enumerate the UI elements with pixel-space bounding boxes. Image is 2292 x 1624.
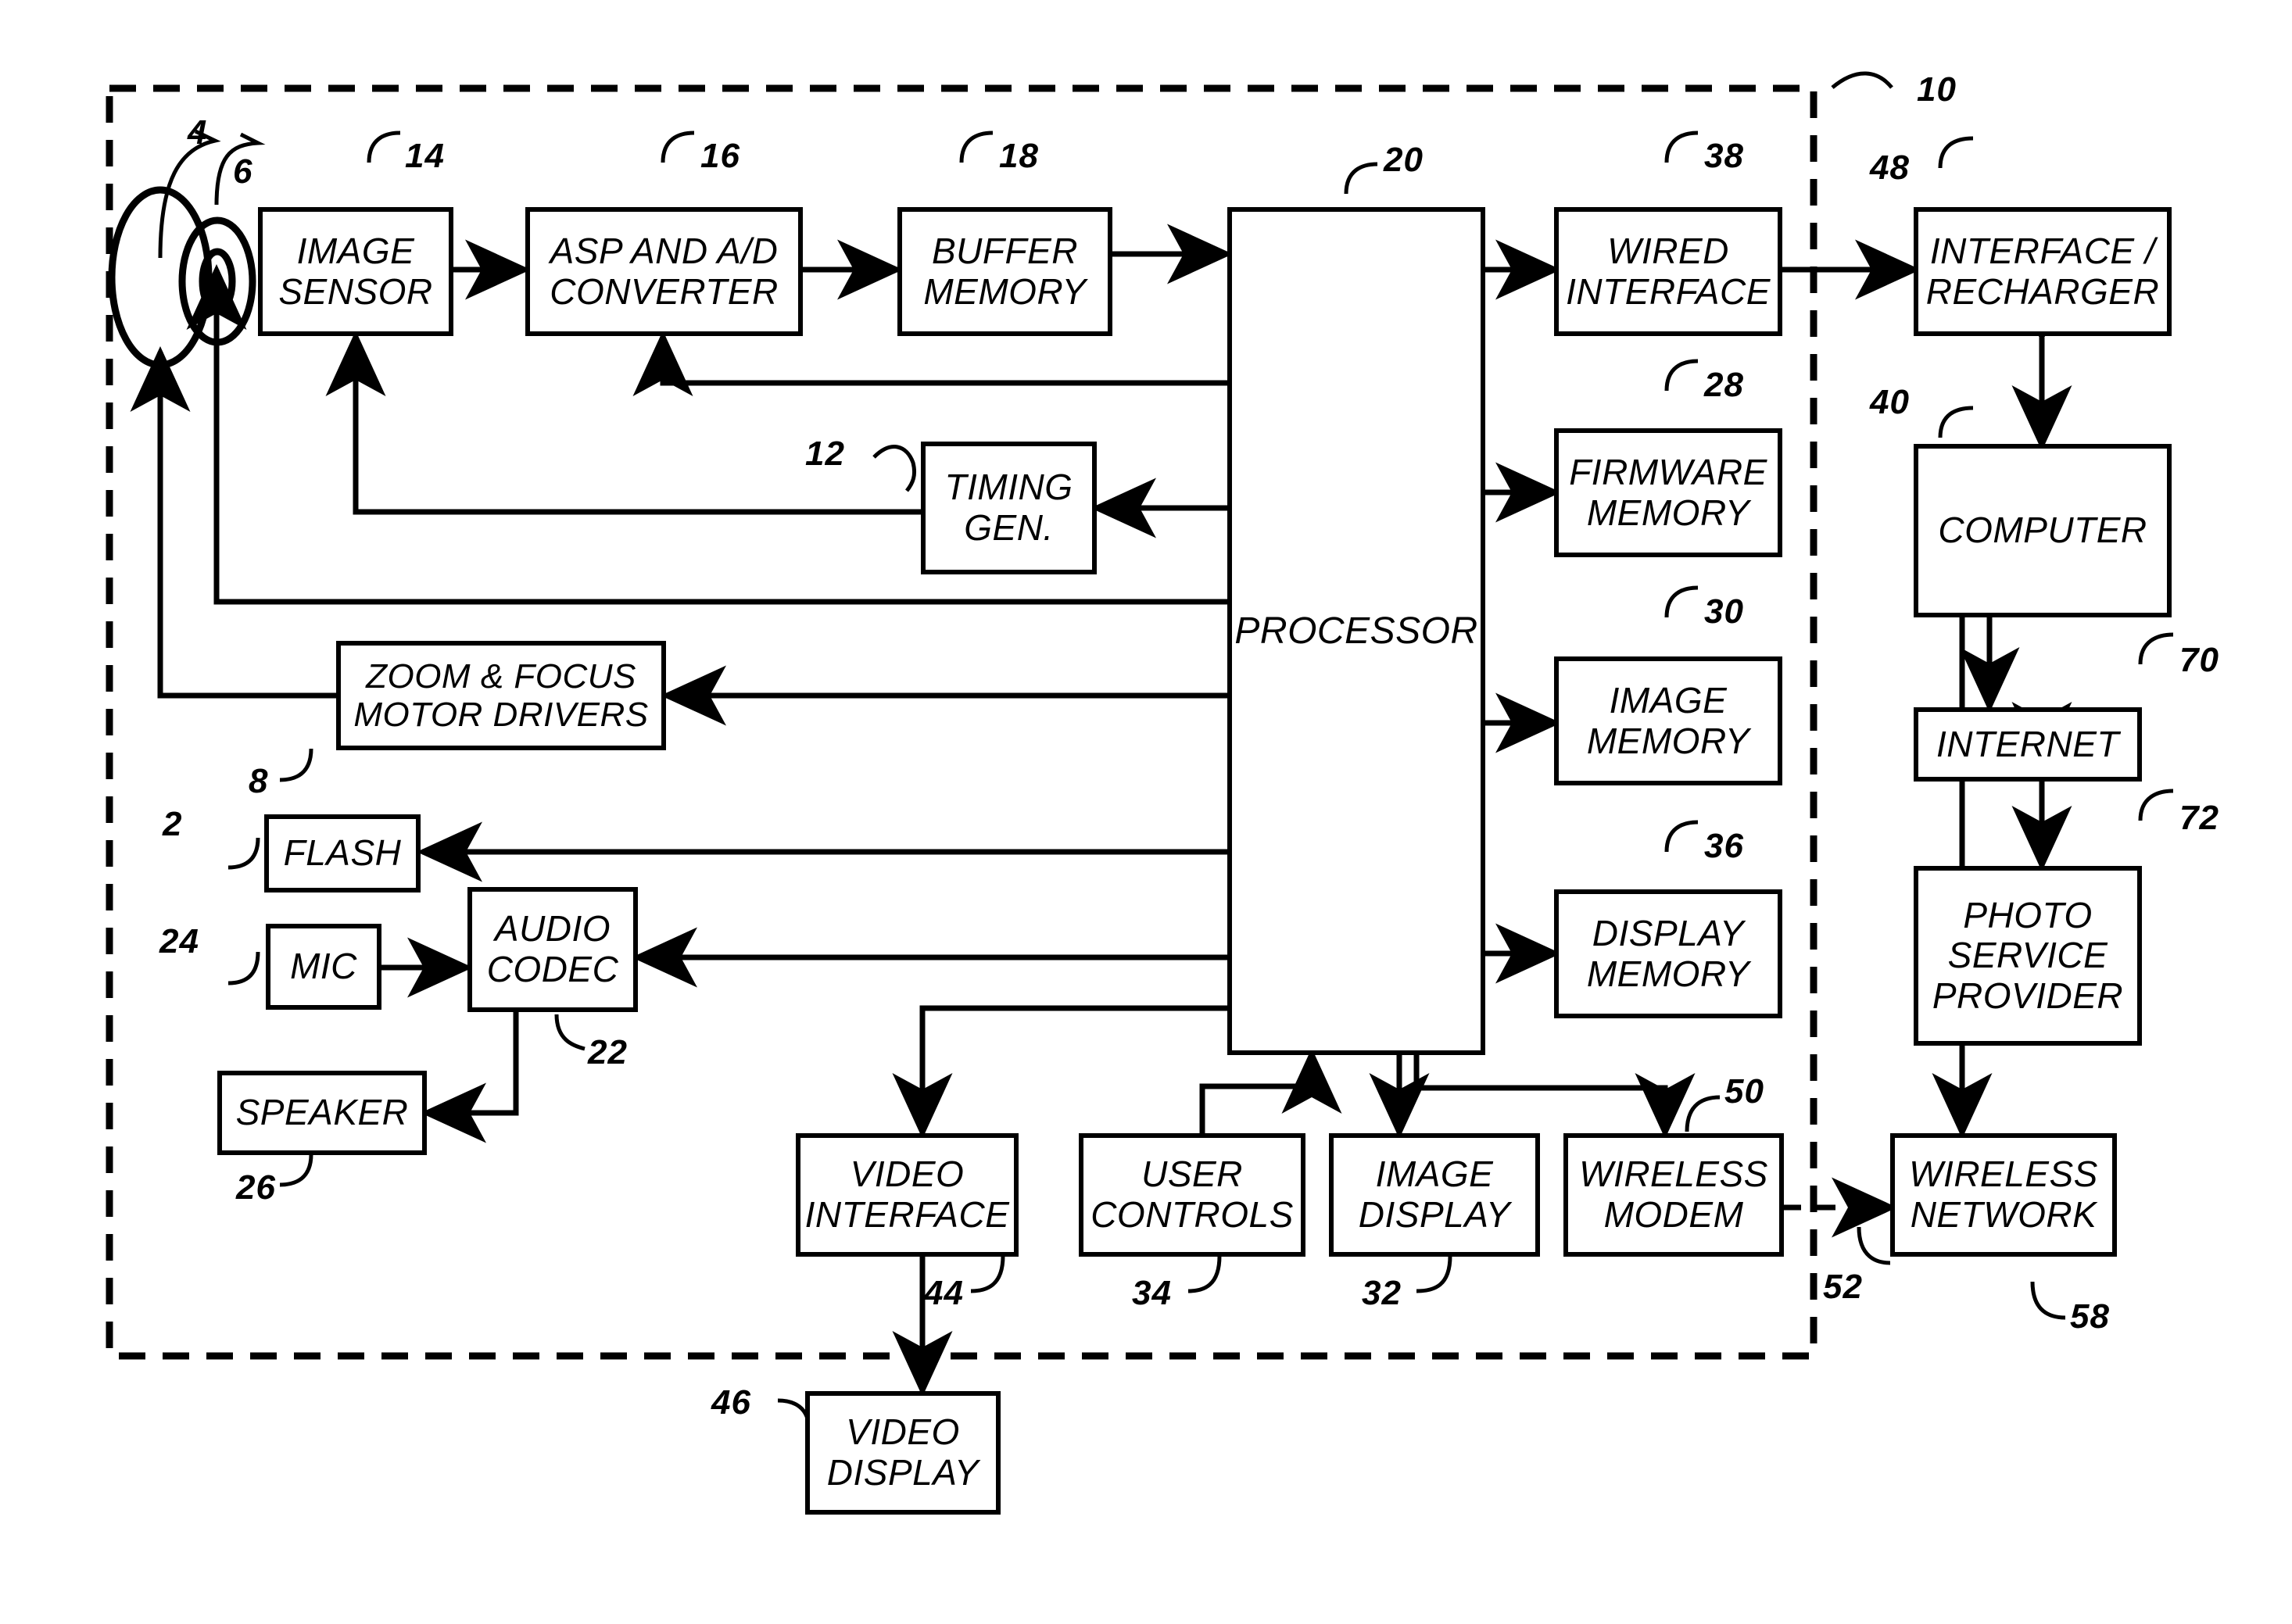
block-internet[interactable]: INTERNET [1914,707,2142,782]
block-label-line1: ASP AND A/D [550,230,779,271]
block-label-line1: AUDIO [494,908,611,950]
block-label-line1: USER [1141,1154,1243,1195]
block-label-line2: MEMORY [1586,492,1750,533]
ref-numeral-camera-enclosure: 10 [1917,70,1957,109]
block-label-line2: CONVERTER [550,270,779,312]
block-image-memory[interactable]: IMAGE MEMORY [1554,656,1782,785]
block-label-line2: INTERFACE [804,1194,1010,1235]
ref-numeral-zoom-focus: 8 [249,762,269,800]
ref-numeral-firmware-memory: 28 [1704,366,1744,404]
ref-numeral-video-interface: 44 [924,1274,964,1312]
patent-figure: IMAGE SENSOR ASP AND A/D CONVERTER BUFFE… [0,0,2292,1624]
block-firmware-memory[interactable]: FIRMWARE MEMORY [1554,428,1782,557]
block-label-line1: VIDEO [850,1154,965,1195]
ref-numeral-audio-codec: 22 [588,1033,628,1071]
block-label-line2: MOTOR DRIVERS [353,696,649,734]
ref-numeral-video-display: 46 [711,1383,751,1422]
block-label-line3: PROVIDER [1932,975,2124,1016]
block-user-controls[interactable]: USER CONTROLS [1079,1133,1305,1257]
ref-numeral-image-memory: 30 [1704,592,1744,631]
block-label: PROCESSOR [1234,610,1478,652]
block-computer[interactable]: COMPUTER [1914,444,2172,617]
ref-numeral-processor: 20 [1384,141,1424,179]
ref-numeral-wireless-network: 58 [2070,1297,2110,1336]
block-label-line1: IMAGE [1375,1154,1494,1195]
ref-numeral-timing-gen: 12 [805,435,845,473]
block-label-line2: DISPLAY [1358,1194,1511,1235]
block-label: INTERNET [1936,723,2119,764]
block-label-line2: MEMORY [923,270,1087,312]
block-wireless-modem[interactable]: WIRELESS MODEM [1563,1133,1784,1257]
block-interface-recharger[interactable]: INTERFACE / RECHARGER [1914,207,2172,336]
ref-numeral-speaker: 26 [236,1168,276,1207]
block-label-line1: IMAGE [296,230,415,271]
block-label-line1: PHOTO [1963,894,2093,935]
ref-numeral-internet: 70 [2179,641,2219,679]
block-label-line1: BUFFER [931,230,1078,271]
ref-numeral-wired-interface: 38 [1704,137,1744,175]
block-label: FLASH [283,832,402,874]
block-label-line2: INTERFACE [1566,270,1771,312]
block-label-line2: MEMORY [1586,953,1750,994]
block-timing-gen[interactable]: TIMING GEN. [921,442,1097,574]
block-image-display[interactable]: IMAGE DISPLAY [1329,1133,1540,1257]
ref-numeral-image-display: 32 [1362,1274,1402,1312]
block-label-line1: WIRELESS [1909,1154,2098,1195]
block-flash[interactable]: FLASH [264,814,421,892]
ref-numeral-photo-service-provider: 72 [2179,799,2219,837]
block-label-line1: VIDEO [846,1411,960,1453]
ref-numeral-computer: 40 [1870,383,1910,421]
block-label-line1: FIRMWARE [1569,451,1767,492]
ref-numeral-lens-front: 4 [188,113,208,152]
ref-numeral-flash: 2 [163,805,183,843]
block-label-line2: CODEC [486,949,619,989]
block-label-line1: WIRED [1607,230,1729,271]
ref-numeral-wireless-modem: 50 [1724,1072,1764,1111]
block-label-line1: TIMING [944,467,1073,508]
block-label-line2: MODEM [1603,1194,1744,1235]
block-audio-codec[interactable]: AUDIO CODEC [467,887,638,1012]
block-label-line2: RECHARGER [1925,270,2160,312]
ref-numeral-user-controls: 34 [1132,1274,1172,1312]
block-display-memory[interactable]: DISPLAY MEMORY [1554,889,1782,1018]
block-label-line1: IMAGE [1609,679,1728,721]
lens-front-optic [108,186,213,369]
block-video-interface[interactable]: VIDEO INTERFACE [796,1133,1019,1257]
block-processor[interactable]: PROCESSOR [1227,207,1485,1055]
block-label: MIC [290,946,357,987]
block-label-line2: SERVICE [1947,935,2108,976]
block-video-display[interactable]: VIDEO DISPLAY [805,1391,1001,1515]
ref-numeral-interface-recharger: 48 [1870,148,1910,187]
block-buffer-memory[interactable]: BUFFER MEMORY [897,207,1112,336]
ref-numeral-asp-ad: 16 [700,137,740,175]
block-label-line2: MEMORY [1586,720,1750,761]
block-label-line1: WIRELESS [1579,1154,1768,1195]
block-label-line2: GEN. [964,507,1054,548]
block-wireless-network[interactable]: WIRELESS NETWORK [1890,1133,2117,1257]
block-label-line2: CONTROLS [1090,1194,1294,1235]
ref-numeral-image-sensor: 14 [405,137,445,175]
block-label-line2: DISPLAY [826,1452,979,1493]
block-label-line2: SENSOR [278,270,433,312]
block-label-line1: DISPLAY [1592,912,1745,953]
ref-numeral-wireless-link: 52 [1823,1268,1863,1306]
block-speaker[interactable]: SPEAKER [217,1071,427,1155]
ref-numeral-lens-rear: 6 [233,152,253,191]
block-mic[interactable]: MIC [266,924,381,1010]
block-label-line2: NETWORK [1910,1194,2097,1235]
block-label-line1: INTERFACE / [1929,230,2156,271]
block-label: COMPUTER [1938,510,2147,551]
block-label-line1: ZOOM & FOCUS [366,656,636,696]
block-zoom-focus-motor-drivers[interactable]: ZOOM & FOCUS MOTOR DRIVERS [336,641,666,750]
block-wired-interface[interactable]: WIRED INTERFACE [1554,207,1782,336]
block-label: SPEAKER [235,1092,409,1133]
ref-numeral-display-memory: 36 [1704,827,1744,865]
ref-numeral-buffer-memory: 18 [999,137,1039,175]
block-image-sensor[interactable]: IMAGE SENSOR [258,207,453,336]
block-photo-service-provider[interactable]: PHOTO SERVICE PROVIDER [1914,866,2142,1046]
block-asp-ad-converter[interactable]: ASP AND A/D CONVERTER [525,207,803,336]
ref-numeral-mic: 24 [159,922,199,960]
